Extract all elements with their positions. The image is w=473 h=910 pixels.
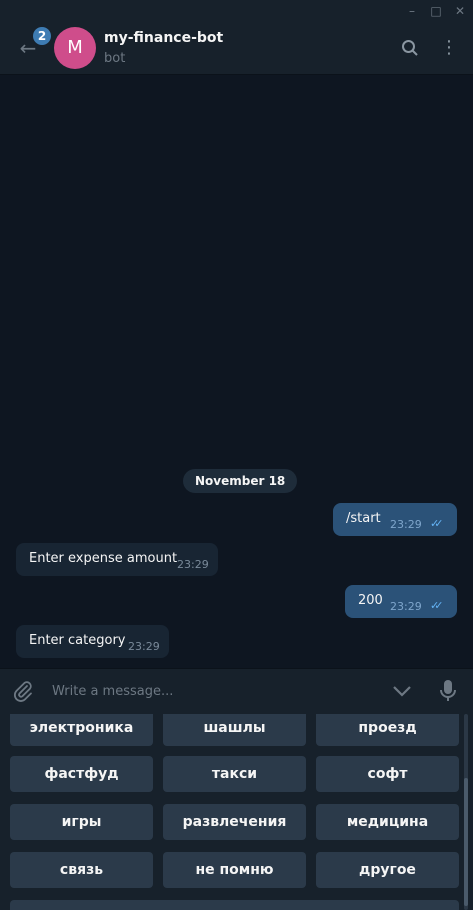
chat-subtitle: bot [104,51,126,66]
keyboard-button[interactable] [10,900,459,910]
message-input[interactable] [52,681,372,701]
paperclip-icon[interactable] [11,679,35,703]
keyboard-button[interactable]: такси [163,756,306,792]
keyboard-button[interactable]: развлечения [163,804,306,840]
reply-keyboard[interactable]: электроника шашлы проезд фастфуд такси с… [0,714,473,910]
message-text: /start [346,511,381,526]
keyboard-button[interactable]: шашлы [163,714,306,746]
keyboard-button[interactable]: связь [10,852,153,888]
message-text: Enter expense amount [29,551,178,566]
search-icon[interactable] [398,36,422,60]
keyboard-scrollbar[interactable] [464,714,468,910]
chevron-down-icon[interactable] [390,679,414,703]
keyboard-button[interactable]: фастфуд [10,756,153,792]
unread-badge: 2 [33,27,51,45]
message-time: 23:29 [128,640,160,653]
message-time: 23:29 [390,600,422,613]
keyboard-button[interactable]: другое [316,852,459,888]
keyboard-button[interactable]: игры [10,804,153,840]
read-check-icon: ✓✓ [430,599,444,612]
message-outgoing[interactable]: 200 23:29 ✓✓ [345,585,457,618]
message-incoming[interactable]: Enter category 23:29 [16,625,169,658]
more-vertical-icon[interactable]: ⋮ [437,36,461,60]
minimize-icon[interactable]: – [404,3,420,19]
message-incoming[interactable]: Enter expense amount 23:29 [16,543,218,576]
avatar[interactable]: M [54,27,96,69]
keyboard-button[interactable]: не помню [163,852,306,888]
maximize-icon[interactable]: □ [428,3,444,19]
keyboard-button[interactable]: проезд [316,714,459,746]
message-text: 200 [358,593,383,608]
message-text: Enter category [29,633,126,648]
window-titlebar: – □ ✕ [0,0,473,22]
message-time: 23:29 [177,558,209,571]
read-check-icon: ✓✓ [430,517,444,530]
keyboard-button[interactable]: медицина [316,804,459,840]
message-time: 23:29 [390,518,422,531]
keyboard-button[interactable]: софт [316,756,459,792]
message-composer [0,668,473,714]
microphone-icon[interactable] [436,679,460,703]
keyboard-button[interactable]: электроника [10,714,153,746]
chat-header: ← 2 M my-finance-bot bot ⋮ [0,22,473,75]
message-outgoing[interactable]: /start 23:29 ✓✓ [333,503,457,536]
chat-title[interactable]: my-finance-bot [104,30,223,46]
close-icon[interactable]: ✕ [452,3,468,19]
date-separator: November 18 [183,469,298,493]
message-list[interactable]: November 18 /start 23:29 ✓✓ Enter expens… [0,75,473,668]
scrollbar-thumb[interactable] [464,778,468,906]
